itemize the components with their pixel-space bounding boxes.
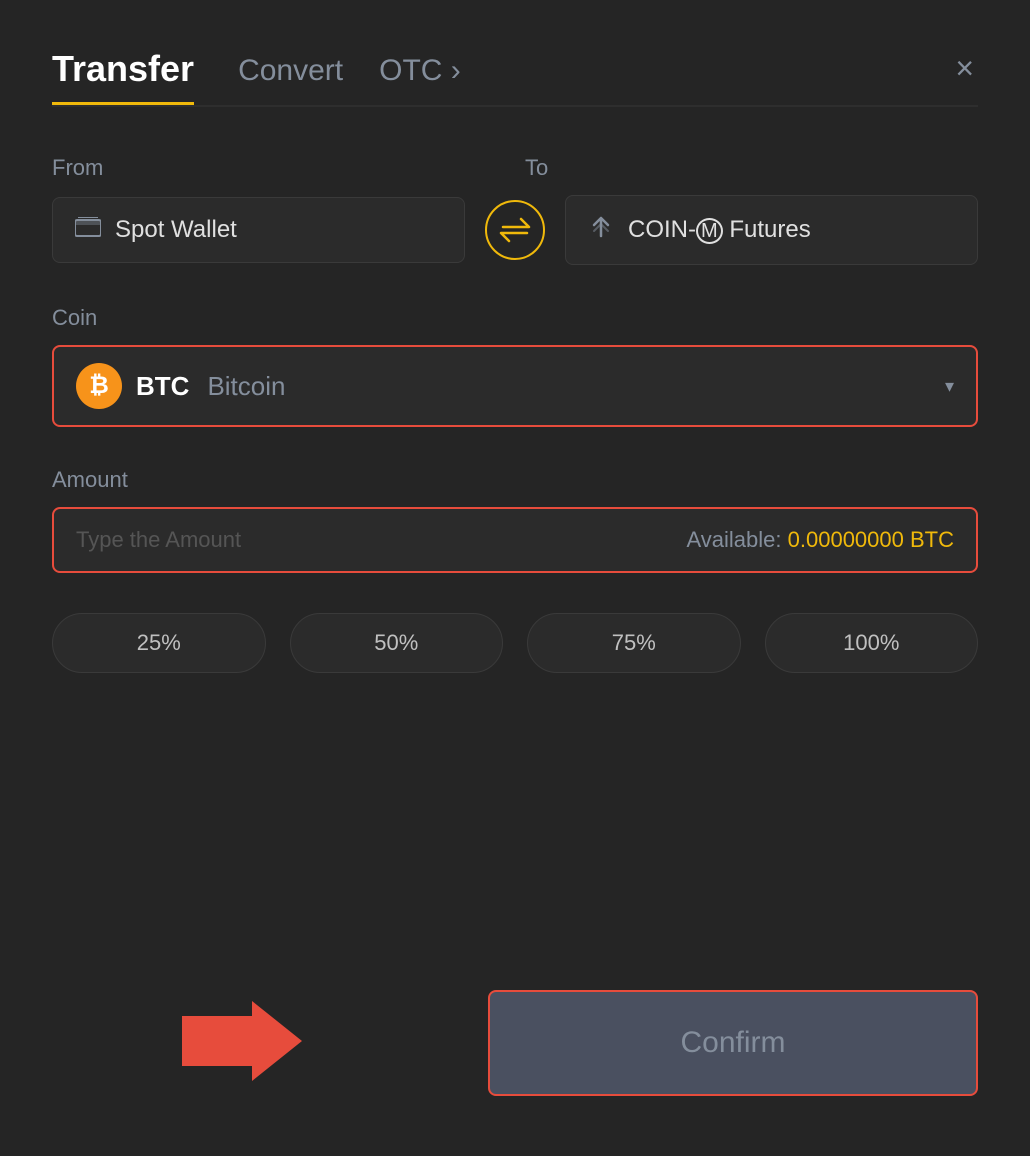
pct-75-button[interactable]: 75% <box>527 613 741 673</box>
coin-section: Coin ₿ BTC Bitcoin ▾ <box>52 305 978 427</box>
tab-convert[interactable]: Convert <box>238 54 343 100</box>
coin-symbol: BTC <box>136 371 189 402</box>
red-arrow-icon <box>182 996 302 1086</box>
coin-label: Coin <box>52 305 978 331</box>
coin-full-name: Bitcoin <box>207 371 285 402</box>
from-to-controls: Spot Wallet COIN-M Futures <box>52 195 978 265</box>
tab-transfer[interactable]: Transfer <box>52 48 194 105</box>
pct-100-button[interactable]: 100% <box>765 613 979 673</box>
pct-50-button[interactable]: 50% <box>290 613 504 673</box>
futures-select[interactable]: COIN-M Futures <box>565 195 978 265</box>
spot-wallet-select[interactable]: Spot Wallet <box>52 197 465 263</box>
coin-dropdown[interactable]: ₿ BTC Bitcoin ▾ <box>52 345 978 427</box>
header-divider <box>52 105 978 107</box>
amount-label: Amount <box>52 467 978 493</box>
percentage-buttons: 25% 50% 75% 100% <box>52 613 978 673</box>
swap-wrapper <box>465 200 565 260</box>
tab-bar: Transfer Convert OTC › <box>52 48 978 105</box>
modal-header: Transfer Convert OTC › × <box>52 48 978 105</box>
amount-section: Amount Available: 0.00000000 BTC <box>52 467 978 573</box>
chevron-down-icon: ▾ <box>945 376 954 397</box>
futures-icon <box>588 214 614 246</box>
wallet-name: Spot Wallet <box>115 216 237 244</box>
transfer-modal: Transfer Convert OTC › × From To Spot Wa… <box>0 0 1030 1156</box>
amount-input[interactable] <box>76 527 687 553</box>
from-to-section: From To Spot Wallet <box>52 155 978 265</box>
from-label: From <box>52 155 505 181</box>
swap-button[interactable] <box>485 200 545 260</box>
wallet-icon <box>75 217 101 243</box>
pct-25-button[interactable]: 25% <box>52 613 266 673</box>
tab-otc[interactable]: OTC › <box>379 54 461 100</box>
to-label: To <box>505 155 978 181</box>
amount-input-wrapper: Available: 0.00000000 BTC <box>52 507 978 573</box>
futures-name: COIN-M Futures <box>628 216 811 244</box>
close-button[interactable]: × <box>951 48 978 88</box>
available-balance: Available: 0.00000000 BTC <box>687 527 954 553</box>
bottom-area: Confirm <box>52 990 978 1096</box>
confirm-button[interactable]: Confirm <box>488 990 978 1096</box>
btc-icon: ₿ <box>76 363 122 409</box>
arrow-indicator <box>182 996 302 1086</box>
available-value: 0.00000000 BTC <box>788 527 954 552</box>
available-label: Available: <box>687 527 782 552</box>
from-to-labels: From To <box>52 155 978 181</box>
